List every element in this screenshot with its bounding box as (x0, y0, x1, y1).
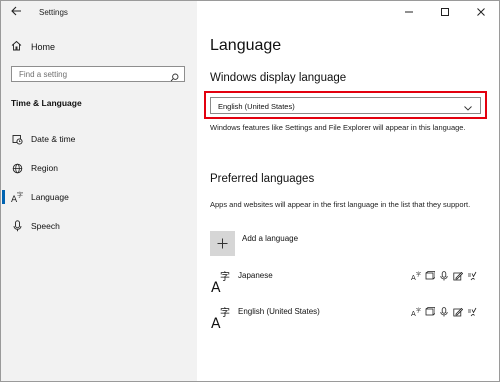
home-icon (11, 38, 22, 56)
speech-icon (438, 270, 449, 281)
search-placeholder: Find a setting (19, 70, 68, 79)
language-name: English (United States) (238, 307, 320, 316)
sidebar-item-date-time[interactable]: Date & time (1, 128, 197, 150)
list-item-language-english[interactable]: A字 English (United States) A字 (210, 305, 495, 332)
back-arrow-icon[interactable] (10, 5, 22, 20)
preferred-languages-description: Apps and websites will appear in the fir… (210, 200, 471, 209)
handwriting-icon (452, 270, 463, 281)
dropdown-value: English (United States) (218, 102, 295, 111)
sidebar-item-speech[interactable]: Speech (1, 215, 197, 237)
add-language-label: Add a language (242, 234, 299, 243)
search-input[interactable]: Find a setting (11, 66, 185, 82)
minimize-icon[interactable] (391, 1, 427, 23)
content-pane: Language Windows display language Englis… (197, 1, 499, 381)
svg-text:字: 字 (220, 270, 230, 283)
language-feature-icons: A字 (410, 306, 477, 317)
app-title: Settings (39, 8, 68, 17)
display-language-icon: A字 (410, 270, 421, 281)
settings-window: Settings Home Find a setting Time & Lang… (0, 0, 500, 382)
calendar-clock-icon (11, 132, 23, 146)
sidebar-item-language[interactable]: A字 Language (1, 186, 197, 208)
display-language-dropdown[interactable]: English (United States) (210, 97, 481, 114)
spellcheck-icon (466, 270, 477, 281)
language-pack-icon (424, 306, 435, 317)
language-feature-icons: A字 (410, 270, 477, 281)
sidebar-item-label: Speech (31, 221, 60, 231)
language-glyph-icon: A字 (210, 305, 232, 332)
window-controls (391, 1, 499, 23)
spellcheck-icon (466, 306, 477, 317)
microphone-icon (11, 219, 23, 233)
svg-text:字: 字 (17, 191, 23, 199)
sidebar-item-label: Region (31, 163, 58, 173)
sidebar-item-label: Language (31, 192, 69, 202)
language-name: Japanese (238, 271, 273, 280)
speech-icon (438, 306, 449, 317)
sidebar-item-home[interactable]: Home (11, 40, 55, 54)
sidebar-item-region[interactable]: Region (1, 157, 197, 179)
page-title: Language (210, 37, 282, 54)
search-icon[interactable] (170, 69, 179, 87)
sidebar-item-label: Home (31, 42, 56, 52)
display-language-description: Windows features like Settings and File … (210, 123, 466, 132)
language-pack-icon (424, 270, 435, 281)
svg-text:字: 字 (416, 271, 421, 278)
sidebar-item-label: Date & time (31, 134, 76, 144)
maximize-icon[interactable] (427, 1, 463, 23)
preferred-languages-heading: Preferred languages (210, 173, 315, 185)
titlebar-left: Settings (1, 1, 197, 27)
chevron-down-icon (463, 100, 473, 118)
language-glyph-icon: A字 (210, 269, 232, 296)
handwriting-icon (452, 306, 463, 317)
globe-icon (11, 161, 23, 175)
plus-icon[interactable] (210, 231, 235, 256)
list-item-language-japanese[interactable]: A字 Japanese A字 (210, 269, 495, 296)
close-icon[interactable] (463, 1, 499, 23)
section-title: Time & Language (11, 98, 82, 108)
display-language-heading: Windows display language (210, 72, 347, 84)
language-icon: A字 (11, 190, 23, 204)
svg-text:字: 字 (220, 306, 230, 319)
display-language-icon: A字 (410, 306, 421, 317)
sidebar: Settings Home Find a setting Time & Lang… (1, 1, 197, 381)
svg-text:字: 字 (416, 307, 421, 314)
selection-indicator (2, 190, 5, 204)
